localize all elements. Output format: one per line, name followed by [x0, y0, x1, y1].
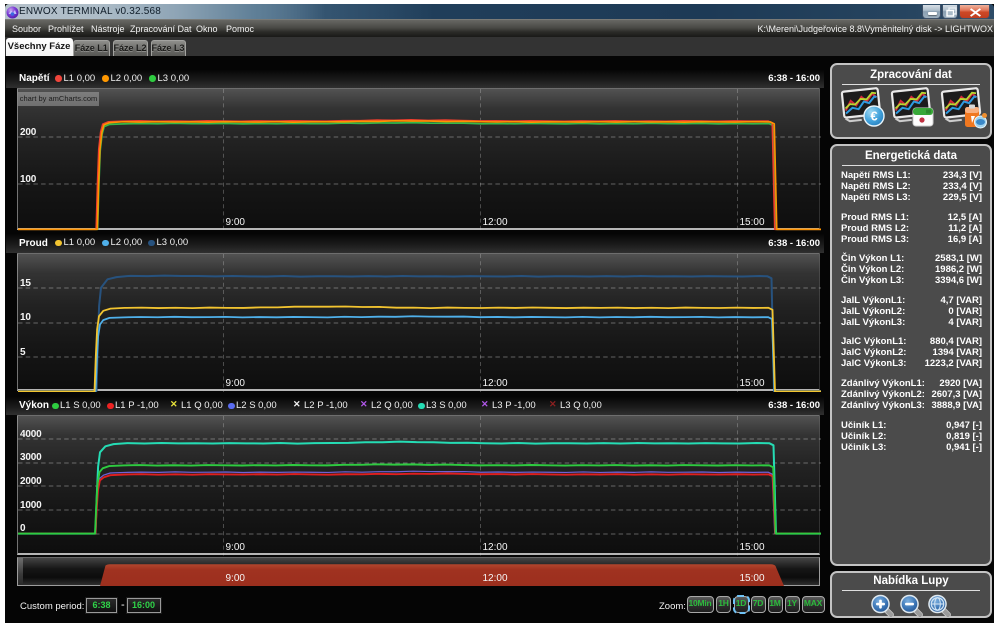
svg-text:€: €	[870, 109, 877, 124]
